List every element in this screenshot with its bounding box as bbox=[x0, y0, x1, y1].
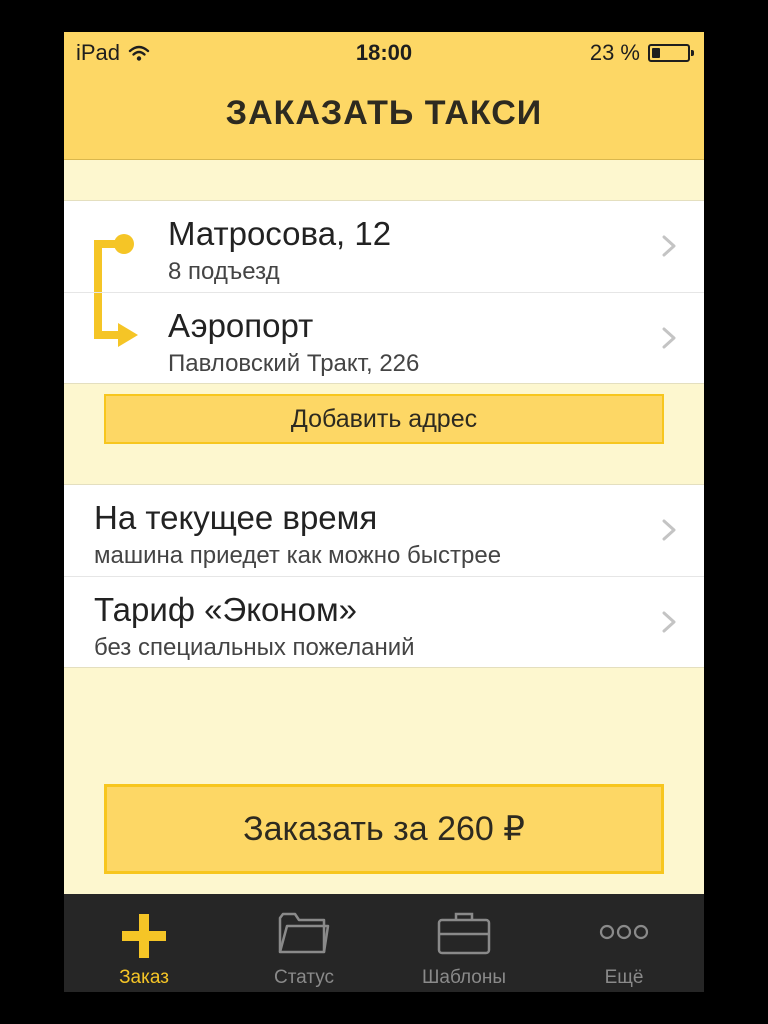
add-address-label: Добавить адрес bbox=[290, 405, 478, 433]
briefcase-icon bbox=[437, 912, 491, 955]
from-address: Матросова, 12 bbox=[168, 215, 392, 252]
battery-percent: 23 % bbox=[589, 40, 640, 65]
tariff-option-row[interactable]: Тариф «Эконом» без специальных пожеланий bbox=[64, 576, 704, 667]
time-option-row[interactable]: На текущее время машина приедет как можн… bbox=[64, 485, 704, 576]
order-button-label: Заказать за 260 ₽ bbox=[243, 810, 525, 848]
folder-icon bbox=[278, 912, 330, 954]
status-bar: iPad 18:00 23 % bbox=[64, 32, 704, 72]
time-option-subtitle: машина приедет как можно быстрее bbox=[94, 542, 502, 569]
from-entrance: 8 подъезд bbox=[168, 258, 280, 285]
tab-order-label: Заказ bbox=[119, 967, 169, 988]
tab-templates[interactable]: Шаблоны bbox=[384, 894, 544, 992]
tab-order[interactable]: Заказ bbox=[64, 894, 224, 992]
app-screen: iPad 18:00 23 % ЗАКАЗАТЬ ТАКСИ Матросова… bbox=[64, 32, 704, 992]
tab-status[interactable]: Статус bbox=[224, 894, 384, 992]
battery-tip bbox=[691, 50, 694, 56]
chevron-right-icon bbox=[662, 519, 676, 541]
time-option-title: На текущее время bbox=[94, 499, 378, 536]
options-group: На текущее время машина приедет как можн… bbox=[64, 484, 704, 668]
tab-status-label: Статус bbox=[273, 967, 335, 988]
order-button[interactable]: Заказать за 260 ₽ bbox=[104, 784, 664, 874]
route-to-row[interactable]: Аэропорт Павловский Тракт, 226 bbox=[64, 292, 704, 383]
to-address-detail: Павловский Тракт, 226 bbox=[168, 350, 420, 377]
navigation-bar: ЗАКАЗАТЬ ТАКСИ bbox=[64, 72, 704, 160]
page-title: ЗАКАЗАТЬ ТАКСИ bbox=[225, 94, 543, 132]
to-address: Аэропорт bbox=[168, 307, 314, 344]
more-icon bbox=[599, 924, 649, 940]
route-group: Матросова, 12 8 подъезд Аэропорт Павловс… bbox=[64, 200, 704, 384]
chevron-right-icon bbox=[662, 327, 676, 349]
tab-bar: Заказ Статус Шаблоны Ещё bbox=[64, 894, 704, 992]
tariff-option-title: Тариф «Эконом» bbox=[94, 591, 357, 628]
tab-more-label: Ещё bbox=[604, 967, 644, 988]
tariff-option-subtitle: без специальных пожеланий bbox=[94, 634, 415, 661]
chevron-right-icon bbox=[662, 235, 676, 257]
tab-more[interactable]: Ещё bbox=[544, 894, 704, 992]
route-from-row[interactable]: Матросова, 12 8 подъезд bbox=[64, 201, 704, 292]
chevron-right-icon bbox=[662, 611, 676, 633]
battery-level bbox=[652, 48, 660, 58]
add-address-button[interactable]: Добавить адрес bbox=[104, 394, 664, 444]
plus-icon bbox=[122, 914, 166, 958]
tab-templates-label: Шаблоны bbox=[421, 967, 507, 988]
battery-icon bbox=[648, 44, 694, 62]
status-right: 23 % bbox=[589, 40, 694, 66]
